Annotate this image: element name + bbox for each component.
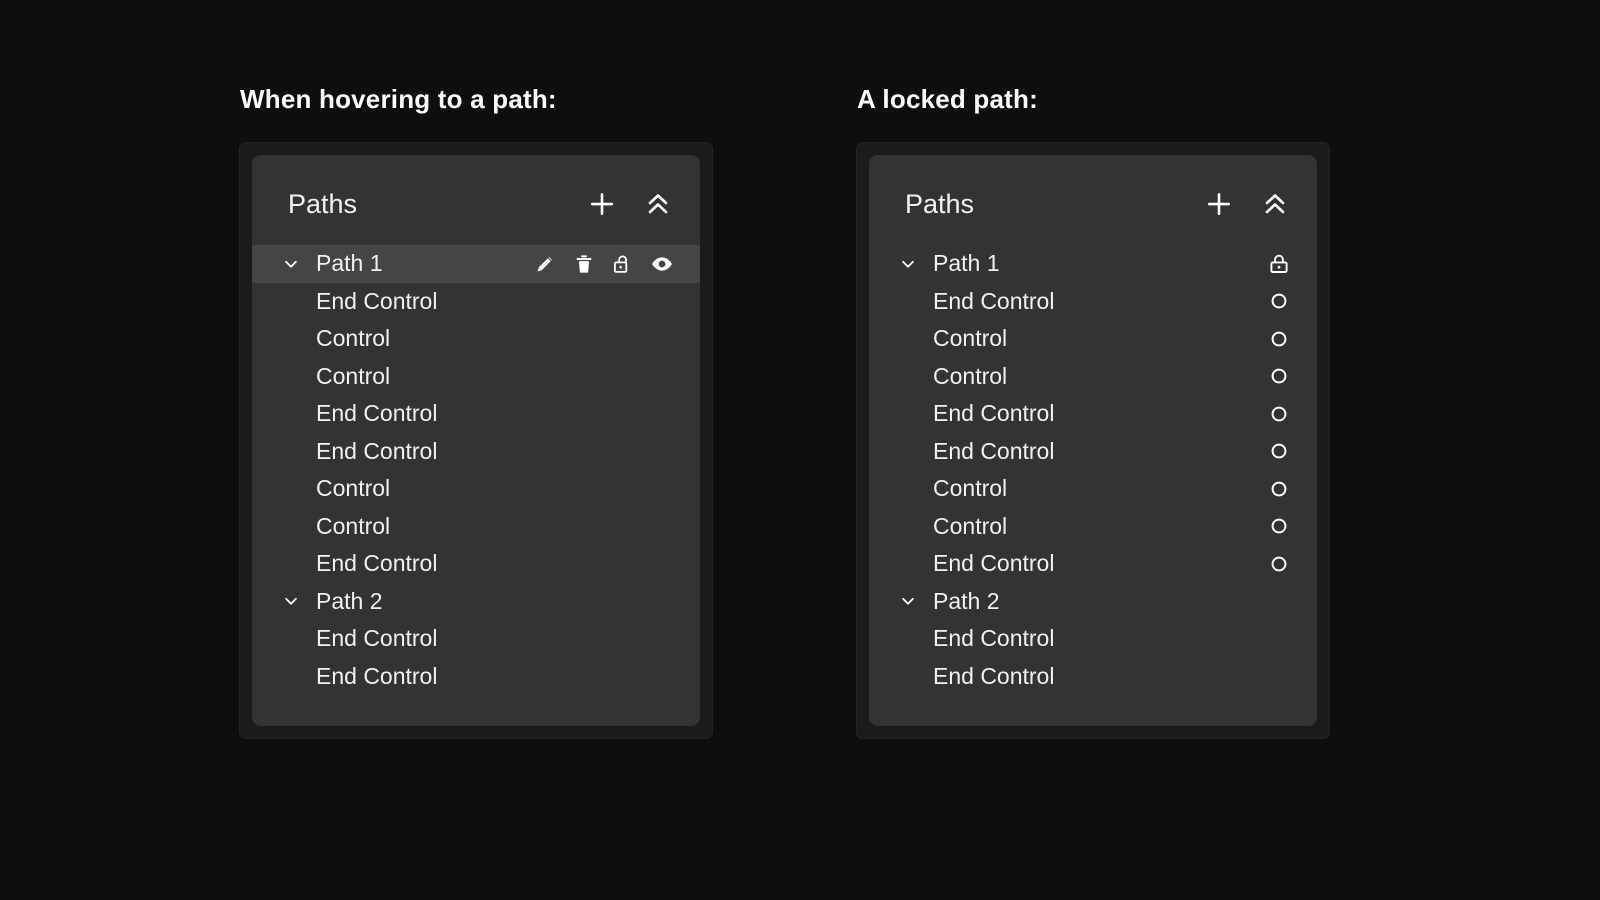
- header-actions: [1203, 188, 1291, 220]
- paths-panel-frame: Paths Path 1 End Control Control Control End …: [857, 143, 1329, 738]
- row-label: End Control: [316, 662, 438, 689]
- row-label: End Control: [933, 550, 1055, 577]
- control-row[interactable]: Control: [252, 470, 700, 508]
- row-label: End Control: [316, 287, 438, 314]
- control-row[interactable]: End Control: [252, 433, 700, 471]
- control-row[interactable]: Control: [869, 470, 1317, 508]
- control-row[interactable]: Control: [869, 320, 1317, 358]
- row-actions: [1266, 401, 1292, 427]
- row-actions: [1266, 551, 1292, 577]
- paths-panel: Paths Path 1 End Control Control Control End …: [869, 155, 1317, 726]
- row-label: End Control: [933, 662, 1055, 689]
- control-row[interactable]: End Control: [869, 620, 1317, 658]
- paths-list: Path 1 End Control Control Control End Contr…: [252, 245, 700, 695]
- row-label: End Control: [316, 550, 438, 577]
- control-row[interactable]: Control: [252, 508, 700, 546]
- row-label: End Control: [316, 625, 438, 652]
- visibility-icon[interactable]: [649, 251, 675, 277]
- lock-icon[interactable]: [1266, 251, 1292, 277]
- circle-icon: [1266, 551, 1292, 577]
- row-label: Path 1: [316, 250, 383, 277]
- chevron-down-icon[interactable]: [278, 590, 304, 612]
- control-row[interactable]: End Control: [869, 658, 1317, 696]
- circle-icon: [1266, 438, 1292, 464]
- control-row[interactable]: End Control: [869, 433, 1317, 471]
- row-actions: [1266, 438, 1292, 464]
- control-row[interactable]: End Control: [252, 620, 700, 658]
- circle-icon: [1266, 326, 1292, 352]
- control-row[interactable]: Control: [252, 320, 700, 358]
- control-row[interactable]: Control: [869, 358, 1317, 396]
- row-actions: [1266, 251, 1292, 277]
- row-label: Control: [933, 362, 1008, 389]
- row-label: End Control: [933, 625, 1055, 652]
- circle-icon: [1266, 401, 1292, 427]
- control-row[interactable]: End Control: [869, 545, 1317, 583]
- add-path-button[interactable]: [586, 188, 618, 220]
- row-label: Path 2: [316, 587, 383, 614]
- row-actions: [1266, 288, 1292, 314]
- control-row[interactable]: Control: [252, 358, 700, 396]
- delete-icon[interactable]: [571, 251, 597, 277]
- row-label: Control: [933, 325, 1008, 352]
- row-actions: [532, 251, 675, 277]
- paths-panel-frame: Paths Path 1 End Control Control Control End …: [240, 143, 712, 738]
- control-row[interactable]: End Control: [869, 395, 1317, 433]
- collapse-all-button[interactable]: [642, 188, 674, 220]
- header-actions: [586, 188, 674, 220]
- collapse-all-button[interactable]: [1259, 188, 1291, 220]
- panel-header: Paths: [869, 177, 1317, 231]
- row-actions: [1266, 326, 1292, 352]
- paths-list: Path 1 End Control Control Control End Contr…: [869, 245, 1317, 695]
- control-row[interactable]: End Control: [252, 283, 700, 321]
- chevron-down-icon[interactable]: [895, 253, 921, 275]
- row-label: Control: [316, 512, 391, 539]
- circle-icon: [1266, 288, 1292, 314]
- row-label: End Control: [933, 437, 1055, 464]
- path-row[interactable]: Path 2: [252, 583, 700, 621]
- row-actions: [1266, 363, 1292, 389]
- circle-icon: [1266, 363, 1292, 389]
- row-label: End Control: [933, 400, 1055, 427]
- circle-icon: [1266, 513, 1292, 539]
- row-actions: [1266, 476, 1292, 502]
- control-row[interactable]: Control: [869, 508, 1317, 546]
- unlock-icon[interactable]: [610, 251, 636, 277]
- plus-icon: [1204, 189, 1234, 219]
- control-row[interactable]: End Control: [869, 283, 1317, 321]
- add-path-button[interactable]: [1203, 188, 1235, 220]
- page-root: When hovering to a path: Paths Path 1 End C…: [0, 0, 1600, 900]
- control-row[interactable]: End Control: [252, 395, 700, 433]
- row-label: Control: [316, 475, 391, 502]
- path-row[interactable]: Path 2: [869, 583, 1317, 621]
- row-label: Control: [933, 512, 1008, 539]
- row-actions: [1266, 513, 1292, 539]
- row-label: Path 2: [933, 587, 1000, 614]
- path-row[interactable]: Path 1: [869, 245, 1317, 283]
- row-label: Control: [316, 325, 391, 352]
- double-chevron-up-icon: [1260, 189, 1290, 219]
- path-row[interactable]: Path 1: [252, 245, 700, 283]
- double-chevron-up-icon: [643, 189, 673, 219]
- row-label: Path 1: [933, 250, 1000, 277]
- chevron-down-icon[interactable]: [278, 253, 304, 275]
- panel-title: Paths: [905, 188, 975, 219]
- row-label: Control: [933, 475, 1008, 502]
- control-row[interactable]: End Control: [252, 658, 700, 696]
- panel-header: Paths: [252, 177, 700, 231]
- row-label: End Control: [316, 437, 438, 464]
- row-label: End Control: [933, 287, 1055, 314]
- row-label: Control: [316, 362, 391, 389]
- chevron-down-icon[interactable]: [895, 590, 921, 612]
- circle-icon: [1266, 476, 1292, 502]
- paths-panel: Paths Path 1 End Control Control Control End …: [252, 155, 700, 726]
- panel-title: Paths: [288, 188, 358, 219]
- edit-icon[interactable]: [532, 251, 558, 277]
- plus-icon: [587, 189, 617, 219]
- row-label: End Control: [316, 400, 438, 427]
- control-row[interactable]: End Control: [252, 545, 700, 583]
